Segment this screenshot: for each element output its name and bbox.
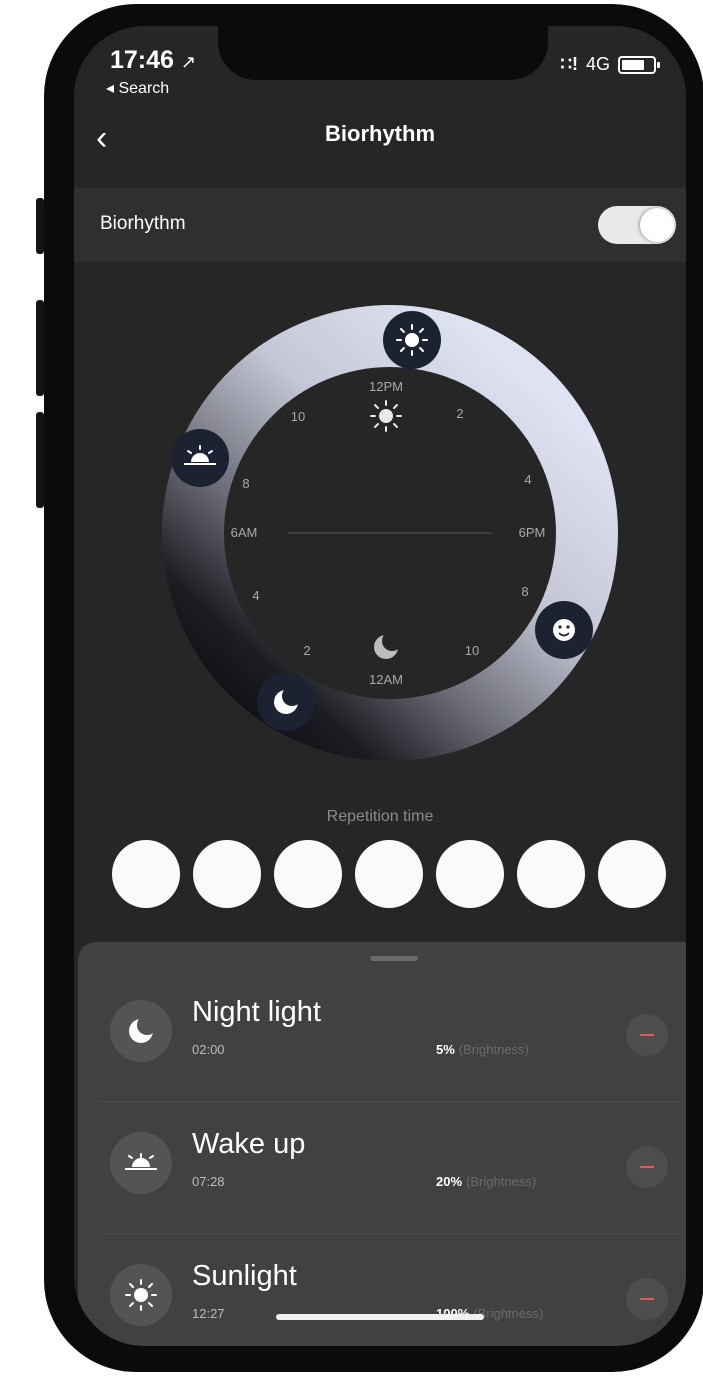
dial-tick-2-left: 2 xyxy=(303,643,310,658)
remove-schedule-button[interactable] xyxy=(626,1014,668,1056)
schedule-row-wake-up[interactable]: Wake up 07:28 20% (Brightness) xyxy=(78,1102,686,1234)
sunrise-icon xyxy=(110,1132,172,1194)
wake-up-marker[interactable] xyxy=(171,429,229,487)
volume-up-button xyxy=(36,300,44,396)
schedule-title: Sunlight xyxy=(192,1260,297,1292)
dial-tick-2-right: 2 xyxy=(456,406,463,421)
brightness-value: 5% xyxy=(436,1042,455,1057)
schedule-title: Night light xyxy=(192,996,321,1028)
moon-icon xyxy=(110,1000,172,1062)
day-toggle[interactable] xyxy=(517,840,585,908)
schedule-row-sunlight[interactable]: Sunlight 12:27 100%(Brightness) xyxy=(78,1234,686,1346)
day-toggle[interactable] xyxy=(598,840,666,908)
schedule-brightness: 5% (Brightness) xyxy=(436,1042,529,1057)
day-toggle[interactable] xyxy=(436,840,504,908)
dial-label-12am: 12AM xyxy=(369,672,403,687)
schedule-time: 02:00 xyxy=(192,1042,225,1057)
dial-tick-10-right: 10 xyxy=(465,643,479,658)
sun-icon xyxy=(110,1264,172,1326)
brightness-note: (Brightness) xyxy=(466,1174,537,1189)
schedule-sheet: Night light 02:00 5% (Brightness) Wake up… xyxy=(78,942,686,1346)
day-toggle[interactable] xyxy=(112,840,180,908)
remove-schedule-button[interactable] xyxy=(626,1278,668,1320)
day-toggle[interactable] xyxy=(274,840,342,908)
home-indicator[interactable] xyxy=(276,1314,484,1320)
dial-tick-10-left: 10 xyxy=(291,409,305,424)
notch xyxy=(218,26,548,80)
schedule-row-night-light[interactable]: Night light 02:00 5% (Brightness) xyxy=(78,970,686,1102)
silent-switch xyxy=(36,198,44,254)
volume-down-button xyxy=(36,412,44,508)
brightness-note: (Brightness) xyxy=(473,1306,544,1321)
dial-label-6am: 6AM xyxy=(231,525,258,540)
sunlight-marker[interactable] xyxy=(383,311,441,369)
dial-tick-8-left: 8 xyxy=(242,476,249,491)
night-light-marker[interactable] xyxy=(257,673,315,731)
dial-label-12pm: 12PM xyxy=(369,379,403,394)
repetition-days xyxy=(112,840,672,908)
remove-schedule-button[interactable] xyxy=(626,1146,668,1188)
schedule-brightness: 20% (Brightness) xyxy=(436,1174,536,1189)
schedule-time: 07:28 xyxy=(192,1174,225,1189)
dial-sun-icon xyxy=(370,400,402,432)
dial-tick-4-left: 4 xyxy=(252,588,259,603)
dial-label-6pm: 6PM xyxy=(519,525,546,540)
screen-content: 17:46 ↗ ◂ Search ∷! 4G ‹ Biorhythm Biorh… xyxy=(74,26,686,1346)
brightness-value: 20% xyxy=(436,1174,463,1189)
sheet-drag-handle[interactable] xyxy=(370,956,418,961)
schedule-title: Wake up xyxy=(192,1128,306,1160)
day-toggle[interactable] xyxy=(355,840,423,908)
dial-tick-4-right: 4 xyxy=(524,472,531,487)
repetition-label: Repetition time xyxy=(326,808,434,825)
schedule-time: 12:27 xyxy=(192,1306,225,1321)
biorhythm-dial: 12PM 12AM 6AM 6PM 10 2 8 4 4 8 2 10 xyxy=(162,305,618,761)
brightness-note: (Brightness) xyxy=(458,1042,529,1057)
smile-marker[interactable] xyxy=(535,601,593,659)
day-toggle[interactable] xyxy=(193,840,261,908)
dial-tick-8-right: 8 xyxy=(521,584,528,599)
